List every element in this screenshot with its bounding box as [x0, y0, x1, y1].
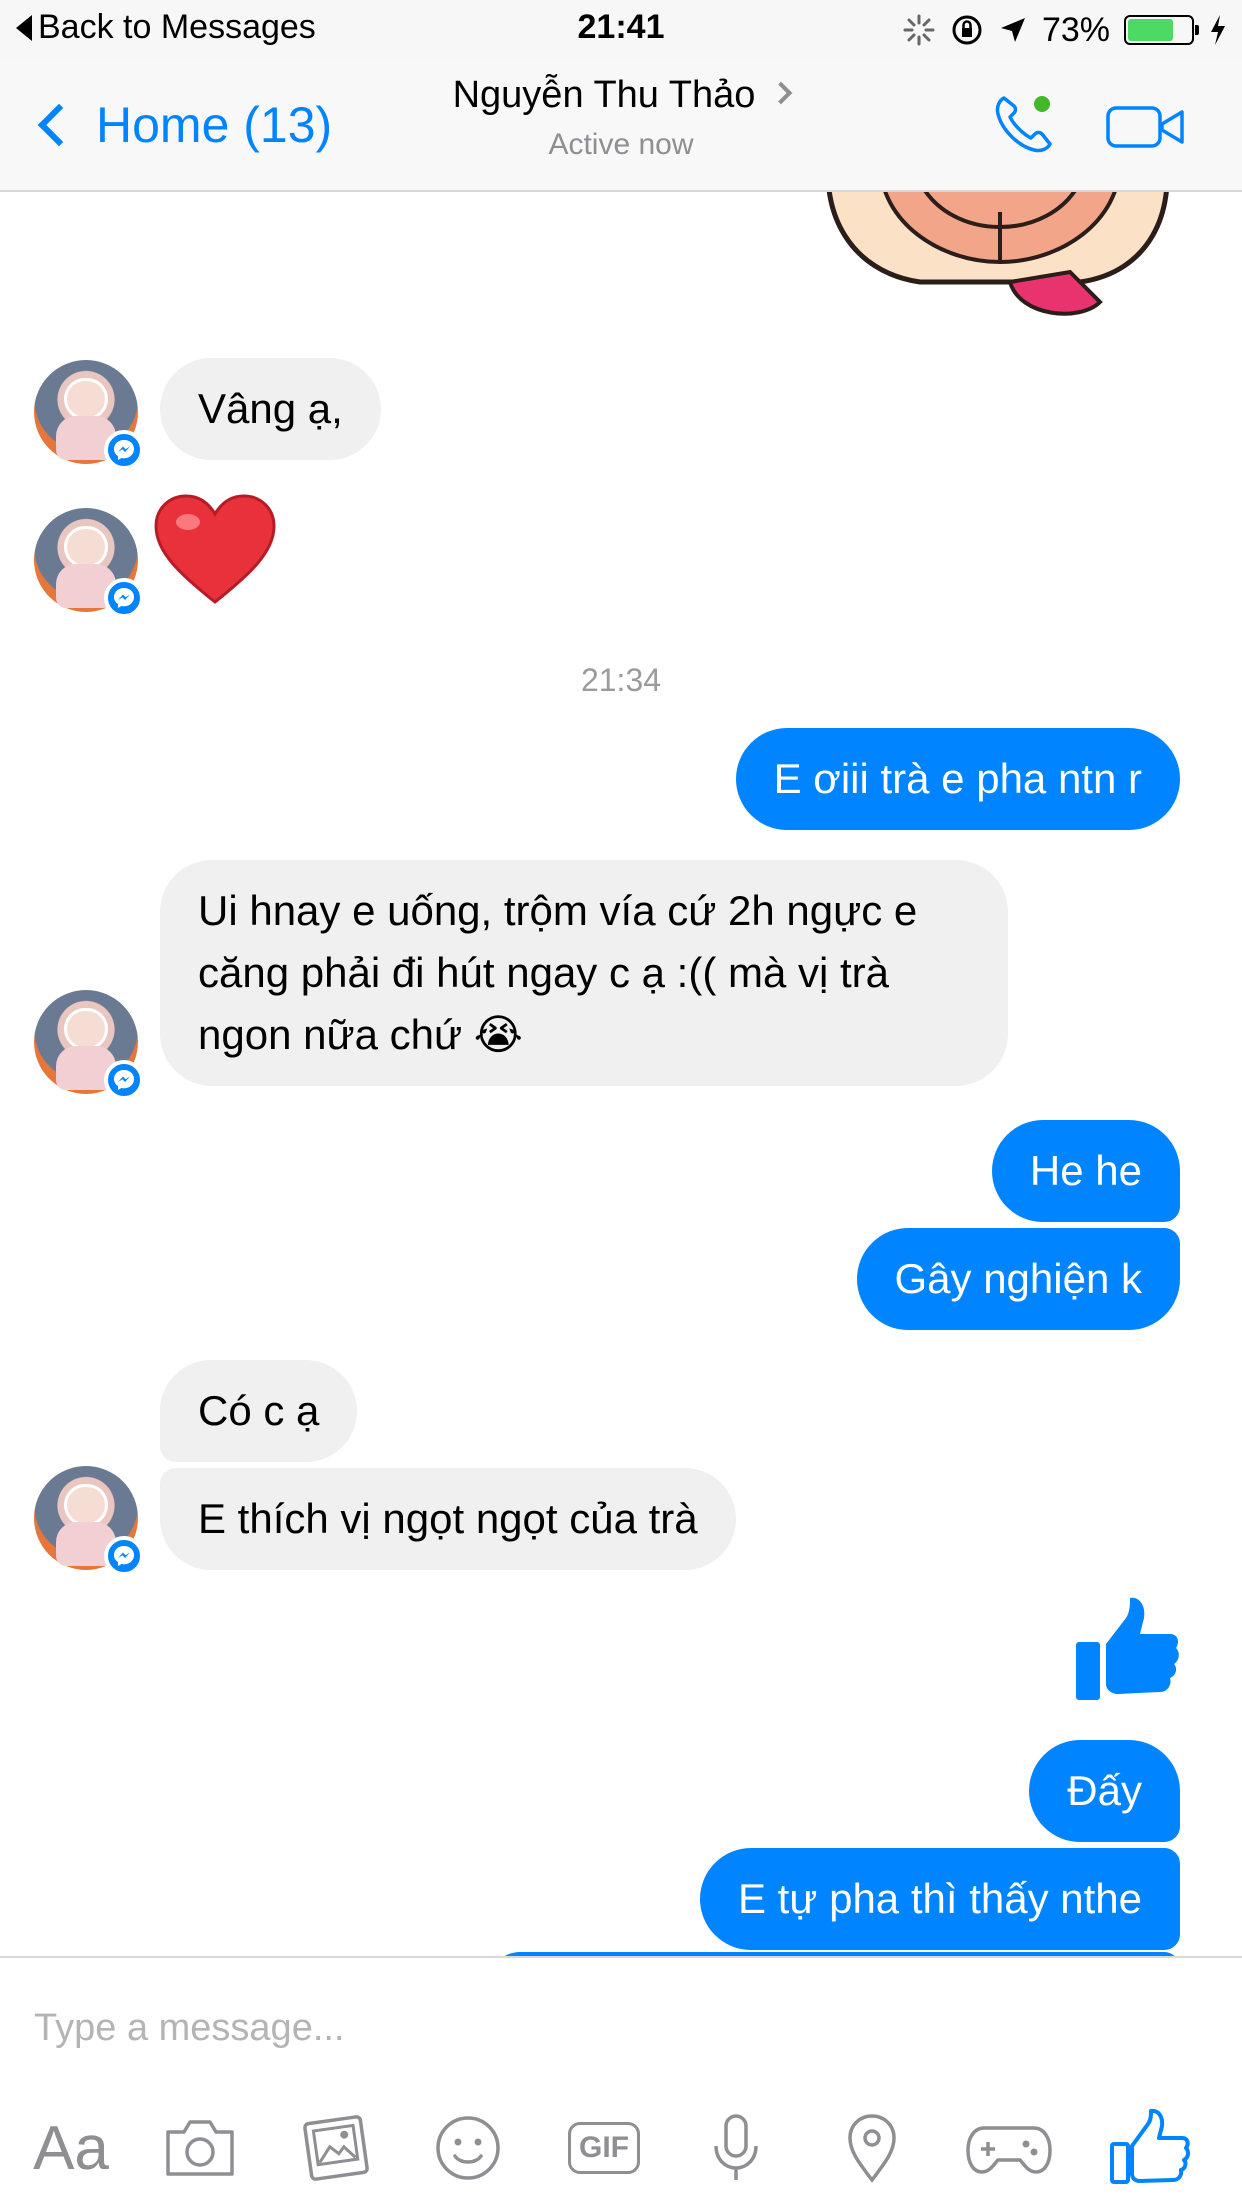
messenger-badge-icon [104, 1536, 144, 1576]
conversation-header: Home (13) Nguyễn Thu Thảo Active now [0, 60, 1242, 192]
messenger-badge-icon [104, 1060, 144, 1100]
avatar-face [64, 1008, 108, 1050]
rotation-lock-icon [952, 15, 982, 45]
contact-name: Nguyễn Thu Thảo [452, 74, 756, 116]
thumbs-up-icon[interactable] [1072, 1594, 1182, 1704]
voice-call-button[interactable] [990, 88, 1060, 158]
sticker-image[interactable] [820, 192, 1180, 322]
send-like-button[interactable] [1106, 2108, 1196, 2188]
heart-emoji-icon[interactable] [150, 490, 280, 610]
text-format-label: Aa [33, 2113, 109, 2183]
charging-bolt-icon [1211, 15, 1225, 45]
incoming-message[interactable]: Có c ạ [160, 1360, 358, 1462]
online-dot-icon [1034, 96, 1050, 112]
message-timestamp: 21:34 [580, 662, 662, 698]
contact-avatar[interactable] [34, 1466, 144, 1576]
messenger-badge-icon [104, 578, 144, 618]
avatar-face [64, 378, 108, 420]
outgoing-message[interactable]: Gây nghiện k [856, 1228, 1180, 1330]
battery-percent: 73% [1041, 10, 1110, 49]
microphone-button[interactable] [696, 2108, 776, 2188]
text-format-button[interactable]: Aa [26, 2108, 116, 2188]
status-indicators: 73% [902, 8, 1228, 52]
incoming-message[interactable]: Ui hnay e uống, trộm vía cứ 2h ngực e că… [160, 860, 1008, 1086]
sticker-button[interactable] [428, 2108, 508, 2188]
location-arrow-icon [1000, 18, 1025, 42]
incoming-message[interactable]: E thích vị ngọt ngọt của trà [160, 1468, 736, 1570]
incoming-message[interactable]: Vâng ạ, [160, 358, 381, 460]
outgoing-message[interactable]: E tự pha thì thấy nthe [699, 1848, 1180, 1950]
camera-button[interactable] [160, 2108, 240, 2188]
gif-button[interactable]: GIF [562, 2108, 646, 2188]
message-input[interactable] [34, 1998, 1134, 2058]
chevron-right-icon [770, 81, 793, 105]
gallery-button[interactable] [296, 2108, 376, 2188]
contact-avatar[interactable] [34, 360, 144, 470]
contact-avatar[interactable] [34, 990, 144, 1100]
avatar-face [64, 1484, 108, 1526]
messenger-badge-icon [104, 430, 144, 470]
message-list[interactable]: Vâng ạ, 21:34 E ơiii trà e pha ntn r Ui … [0, 192, 1242, 1956]
avatar-face [64, 526, 108, 568]
activity-spinner-icon [903, 14, 935, 46]
message-composer: Aa GIF [0, 1956, 1242, 2208]
video-call-button[interactable] [1106, 102, 1186, 152]
location-button[interactable] [832, 2108, 912, 2188]
battery-icon [1124, 15, 1199, 45]
status-bar: Back to Messages 21:41 73% [0, 0, 1242, 60]
gif-label: GIF [568, 2122, 640, 2174]
contact-avatar[interactable] [34, 508, 144, 618]
battery-level-fill [1128, 19, 1174, 41]
outgoing-message[interactable]: Đấy [1029, 1740, 1180, 1842]
game-button[interactable] [964, 2108, 1054, 2188]
outgoing-message[interactable]: E ơiii trà e pha ntn r [735, 728, 1180, 830]
outgoing-message[interactable]: He he [991, 1120, 1180, 1222]
